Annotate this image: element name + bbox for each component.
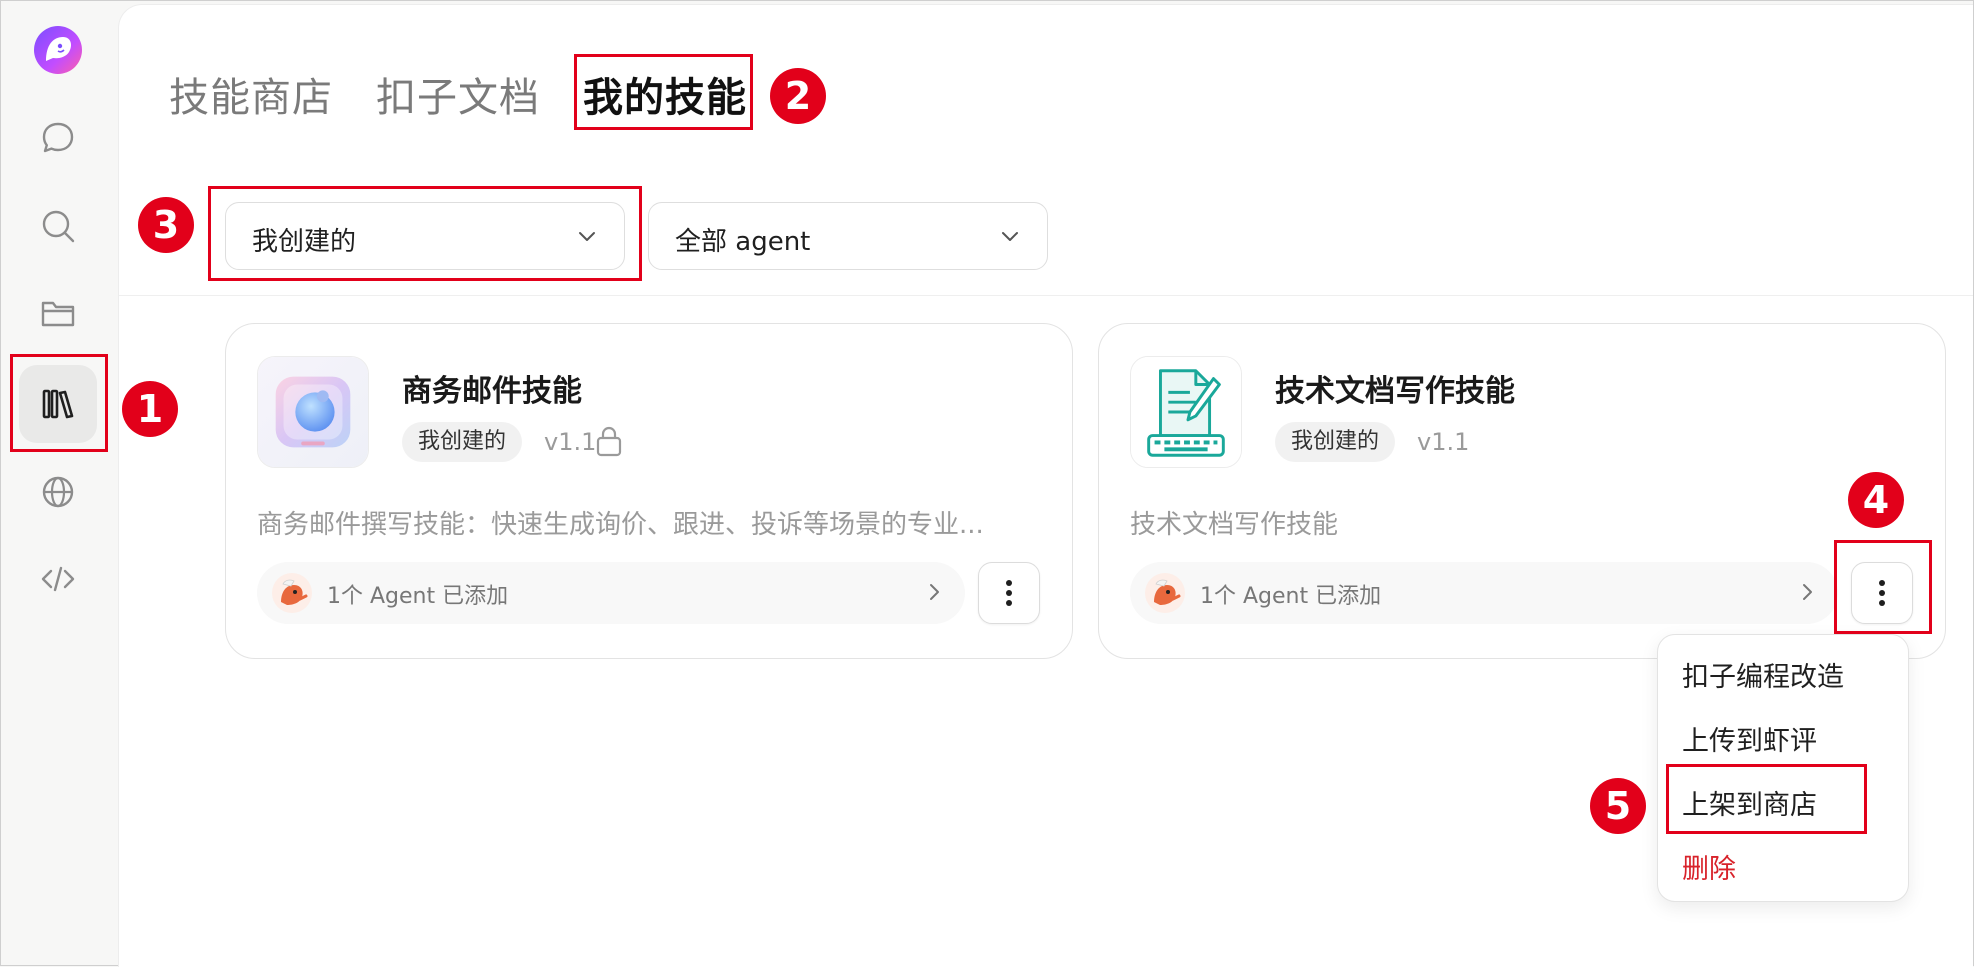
skill-card-agents-link[interactable]: 1个 Agent 已添加 xyxy=(257,562,965,624)
skill-card-version: v1.1 xyxy=(544,428,597,456)
globe-icon xyxy=(42,476,74,508)
menu-item-kouzi-remake[interactable]: 扣子编程改造 xyxy=(1682,655,1844,694)
skill-card[interactable]: 技术文档写作技能 我创建的 v1.1 技术文档写作技能 1个 Agent 已添加 xyxy=(1098,323,1946,659)
nav-chat[interactable] xyxy=(35,115,81,161)
sidebar xyxy=(1,1,118,965)
tech-doc-skill-icon xyxy=(1130,356,1242,468)
step-badge: 5 xyxy=(1590,778,1646,834)
folder-icon xyxy=(41,301,75,327)
step-badge: 1 xyxy=(122,381,178,437)
skill-card-description: 商务邮件撰写技能：快速生成询价、跟进、投诉等场景的专业... xyxy=(257,510,984,540)
step-badge: 3 xyxy=(138,197,194,253)
nav-search[interactable] xyxy=(35,203,81,249)
chevron-right-icon xyxy=(1803,584,1812,600)
step-badge: 4 xyxy=(1848,472,1904,528)
skill-card-badge: 我创建的 xyxy=(402,422,523,462)
annotation-box-more-button xyxy=(1834,540,1932,634)
more-vertical-icon xyxy=(1006,580,1012,606)
chevron-down-icon xyxy=(1002,232,1018,241)
skill-card-agents-text: 1个 Agent 已添加 xyxy=(1200,584,1382,609)
search-icon xyxy=(42,210,75,243)
lock-icon xyxy=(596,426,622,457)
code-icon xyxy=(41,566,75,592)
annotation-box-sidebar xyxy=(10,354,108,452)
business-email-skill-icon xyxy=(257,356,369,468)
agent-avatar-icon xyxy=(1145,573,1185,613)
filter-divider xyxy=(119,295,1973,296)
skill-card-agents-link[interactable]: 1个 Agent 已添加 xyxy=(1130,562,1838,624)
skill-card[interactable]: 商务邮件技能 我创建的 v1.1 商务邮件撰写技能：快速生成询价、跟进、投诉等场… xyxy=(225,323,1073,659)
annotation-box-publish-store xyxy=(1666,764,1867,834)
agent-avatar-icon xyxy=(272,573,312,613)
annotation-box-my-skills-tab xyxy=(574,54,753,130)
skill-card-description: 技术文档写作技能 xyxy=(1130,510,1339,540)
tab-kouzi-docs[interactable]: 扣子文档 xyxy=(376,65,540,123)
agent-filter-select[interactable]: 全部 agent xyxy=(648,202,1048,270)
menu-item-upload-xiaping[interactable]: 上传到虾评 xyxy=(1682,719,1817,758)
menu-item-delete[interactable]: 删除 xyxy=(1682,847,1736,886)
chat-icon xyxy=(42,122,74,153)
skill-card-agents-text: 1个 Agent 已添加 xyxy=(327,584,509,609)
nav-explore[interactable] xyxy=(35,469,81,515)
skill-card-title: 商务邮件技能 xyxy=(402,374,582,409)
annotation-box-owner-filter xyxy=(208,186,642,281)
skill-card-version: v1.1 xyxy=(1417,428,1470,456)
app-logo-icon[interactable] xyxy=(33,25,83,75)
step-badge: 2 xyxy=(770,68,826,124)
skill-card-badge: 我创建的 xyxy=(1275,422,1396,462)
nav-folder[interactable] xyxy=(35,290,81,336)
chevron-right-icon xyxy=(930,584,939,600)
skill-card-title: 技术文档写作技能 xyxy=(1275,374,1515,409)
agent-filter-value: 全部 agent xyxy=(675,227,811,257)
tab-skill-store[interactable]: 技能商店 xyxy=(169,65,333,123)
nav-code[interactable] xyxy=(35,556,81,602)
skill-card-more-button[interactable] xyxy=(978,562,1040,624)
